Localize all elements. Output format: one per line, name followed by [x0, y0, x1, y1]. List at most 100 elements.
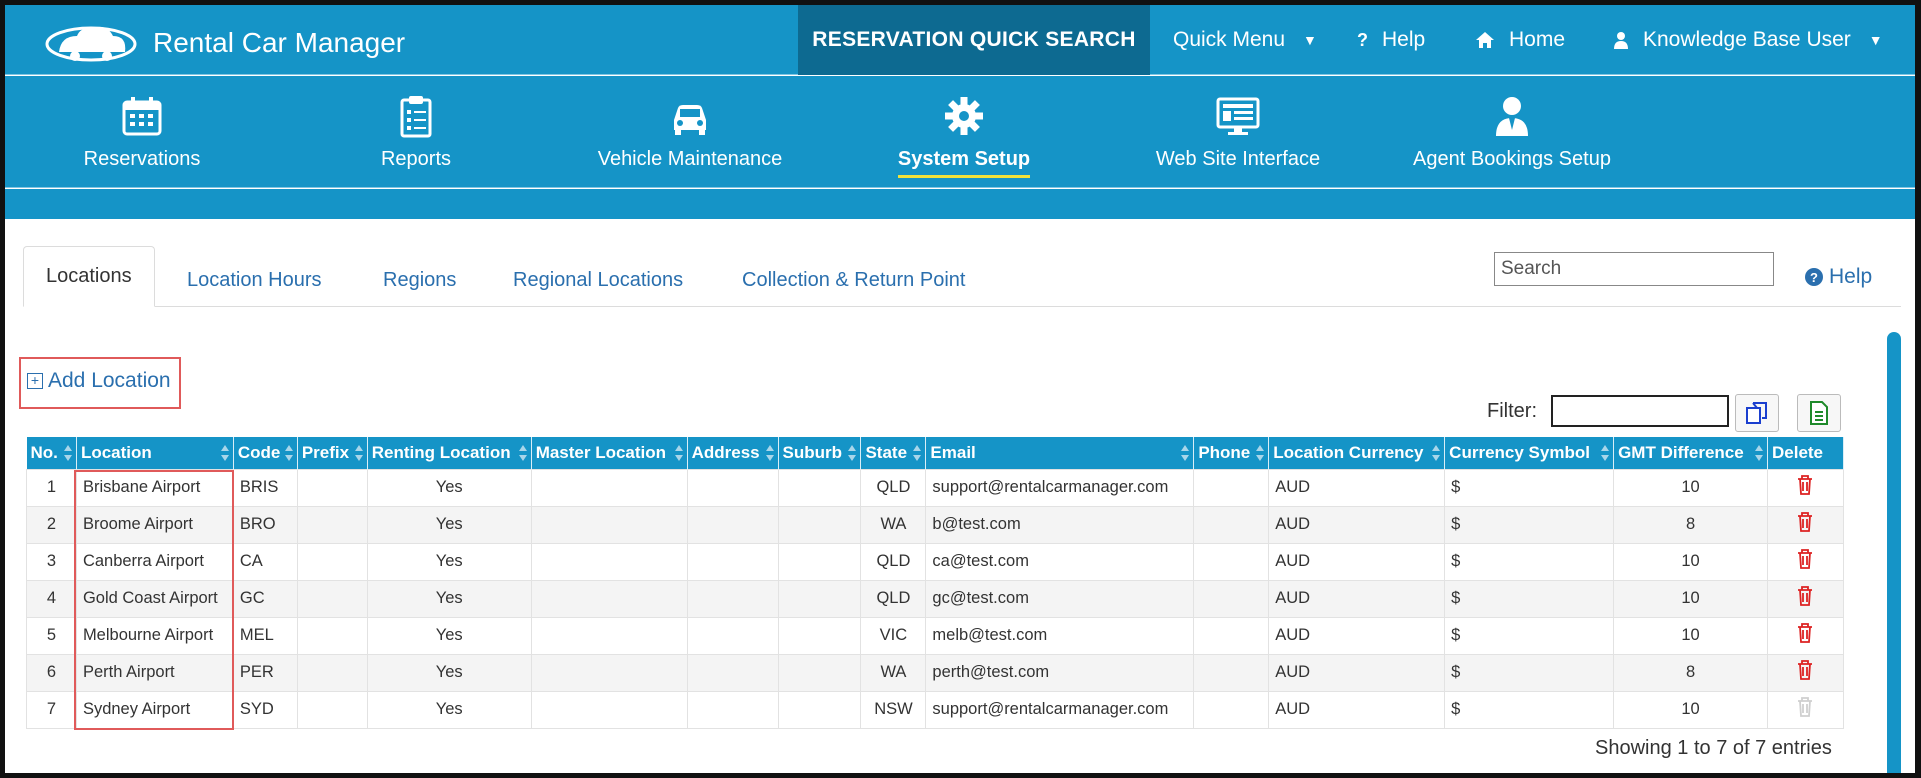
caret-down-icon: ▼ [1303, 32, 1317, 48]
cell-email: support@rentalcarmanager.com [925, 468, 1195, 507]
cell-currency-symbol: $ [1444, 579, 1615, 618]
top-bar: Rental Car Manager RESERVATION QUICK SEA… [5, 5, 1915, 75]
cell-prefix [296, 616, 368, 655]
column-header-location[interactable]: Location [76, 437, 234, 469]
sort-icon [1601, 445, 1610, 461]
header-label: Location [80, 442, 152, 462]
cell-no: 5 [26, 616, 77, 655]
spreadsheet-icon [1810, 401, 1828, 425]
tab-regional-locations[interactable]: Regional Locations [513, 253, 683, 307]
cell-code: PER [232, 653, 298, 692]
cell-currency: AUD [1268, 542, 1446, 581]
reservation-quick-search-button[interactable]: RESERVATION QUICK SEARCH [798, 5, 1150, 75]
column-header-gmt-difference[interactable]: GMT Difference [1613, 437, 1768, 469]
header-label: Email [930, 442, 976, 462]
cell-gmt-difference: 10 [1613, 542, 1768, 581]
cell-master-location [530, 690, 688, 729]
column-header-currency-symbol[interactable]: Currency Symbol [1444, 437, 1615, 469]
help-top-link[interactable]: ? Help [1357, 5, 1425, 75]
cell-phone [1193, 468, 1270, 507]
column-header-no[interactable]: No. [26, 437, 77, 469]
column-header-master-location[interactable]: Master Location [531, 437, 688, 469]
header-label: Currency Symbol [1449, 442, 1590, 462]
cell-email: support@rentalcarmanager.com [925, 690, 1195, 729]
cell-suburb [777, 616, 862, 655]
help-link[interactable]: ? Help [1805, 265, 1872, 289]
tab-collection-return-point[interactable]: Collection & Return Point [742, 253, 965, 307]
cell-currency: AUD [1268, 616, 1446, 655]
column-header-email[interactable]: Email [925, 437, 1195, 469]
search-input[interactable] [1494, 252, 1774, 286]
cell-code: GC [232, 579, 298, 618]
trash-icon[interactable] [1797, 512, 1813, 532]
cell-phone [1193, 542, 1270, 581]
cell-gmt-difference: 8 [1613, 653, 1768, 692]
header-label: Master Location [535, 442, 667, 462]
app-title: Rental Car Manager [153, 27, 406, 58]
cell-address [686, 653, 779, 692]
clipboard-icon [400, 96, 432, 138]
cell-delete [1766, 579, 1845, 618]
nav-label: Reports [380, 148, 452, 170]
cell-email: gc@test.com [925, 579, 1195, 618]
cell-state: QLD [860, 579, 927, 618]
table-row: 7 Sydney Airport SYD Yes NSW support@ren… [26, 690, 1845, 729]
cell-no: 3 [26, 542, 77, 581]
cell-renting-location: Yes [366, 690, 532, 729]
cell-delete [1766, 505, 1845, 544]
copy-button[interactable] [1735, 394, 1779, 432]
locations-table: No. Location Code Prefix Renting Locatio… [26, 437, 1845, 729]
filter-label: Filter: [1487, 400, 1537, 422]
cell-renting-location: Yes [366, 505, 532, 544]
header-label: Phone [1198, 442, 1251, 462]
column-header-delete: Delete [1767, 437, 1845, 469]
nav-label: Reservations [83, 148, 201, 170]
export-excel-button[interactable] [1797, 394, 1841, 432]
header-label: Delete [1771, 442, 1824, 462]
column-header-suburb[interactable]: Suburb [778, 437, 862, 469]
cell-no: 1 [26, 468, 77, 507]
header-label: GMT Difference [1618, 442, 1744, 462]
column-header-state[interactable]: State [860, 437, 927, 469]
column-header-code[interactable]: Code [233, 437, 298, 469]
column-header-phone[interactable]: Phone [1193, 437, 1270, 469]
trash-icon[interactable] [1797, 549, 1813, 569]
filter-input[interactable] [1551, 395, 1729, 427]
nav-web-site-interface[interactable]: Web Site Interface [1118, 76, 1358, 188]
trash-icon[interactable] [1797, 475, 1813, 495]
cell-no: 7 [26, 690, 77, 729]
cell-delete [1766, 542, 1845, 581]
sort-icon [518, 445, 527, 461]
sort-icon [848, 445, 857, 461]
cell-address [686, 616, 779, 655]
cell-delete [1766, 653, 1845, 692]
caret-down-icon: ▼ [1868, 32, 1883, 48]
nav-vehicle-maintenance[interactable]: Vehicle Maintenance [570, 76, 810, 188]
tab-regions[interactable]: Regions [383, 253, 456, 307]
add-location-button[interactable]: + Add Location [27, 369, 171, 393]
vertical-scrollbar[interactable] [1887, 332, 1901, 773]
cell-master-location [530, 505, 688, 544]
nav-system-setup[interactable]: System Setup [844, 76, 1084, 188]
user-menu-dropdown[interactable]: Knowledge Base User ▼ [1613, 5, 1883, 75]
nav-agent-bookings-setup[interactable]: Agent Bookings Setup [1392, 76, 1632, 188]
trash-icon[interactable] [1797, 660, 1813, 680]
nav-reservations[interactable]: Reservations [22, 76, 262, 188]
trash-icon[interactable] [1797, 586, 1813, 606]
brand[interactable]: Rental Car Manager [41, 15, 405, 71]
trash-icon[interactable] [1797, 623, 1813, 643]
cell-address [686, 505, 779, 544]
add-location-label: Add Location [48, 369, 171, 392]
quick-menu-dropdown[interactable]: Quick Menu ▼ [1173, 5, 1317, 75]
tab-locations[interactable]: Locations [23, 246, 155, 307]
home-link[interactable]: Home [1475, 5, 1565, 75]
nav-reports[interactable]: Reports [296, 76, 536, 188]
column-header-renting-location[interactable]: Renting Location [367, 437, 532, 469]
tab-location-hours[interactable]: Location Hours [187, 253, 322, 307]
column-header-location-currency[interactable]: Location Currency [1268, 437, 1446, 469]
cell-state: QLD [860, 468, 927, 507]
column-header-prefix[interactable]: Prefix [297, 437, 368, 469]
sort-icon [913, 445, 922, 461]
cloud-car-logo-icon [45, 26, 137, 62]
column-header-address[interactable]: Address [687, 437, 779, 469]
